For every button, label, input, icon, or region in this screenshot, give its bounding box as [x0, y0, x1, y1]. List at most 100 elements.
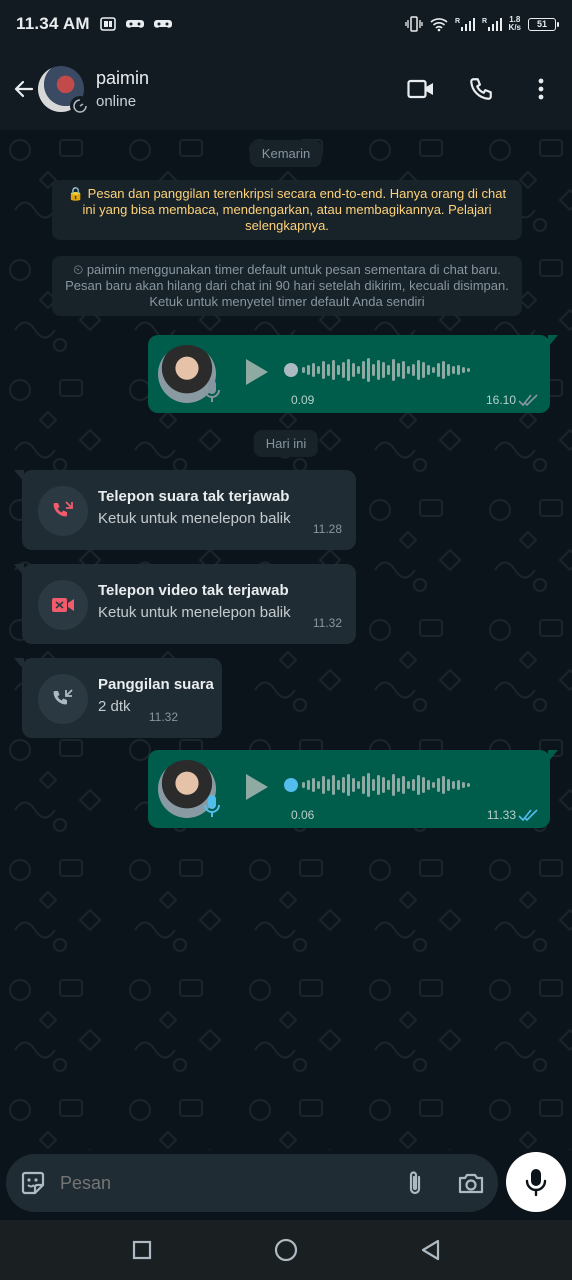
waveform-bar: [362, 361, 365, 379]
notification-app-icon: [99, 17, 116, 31]
play-icon[interactable]: [244, 357, 270, 387]
svg-text:R: R: [455, 18, 460, 25]
disappearing-messages-notice[interactable]: ⏲ paimin menggunakan timer default untuk…: [52, 256, 522, 316]
contact-status: online: [96, 93, 137, 110]
record-voice-button[interactable]: [506, 1152, 566, 1212]
mic-icon: [204, 795, 220, 817]
camera-button[interactable]: [456, 1168, 486, 1198]
waveform-bar: [407, 781, 410, 789]
call-subtitle: Ketuk untuk menelepon balik: [98, 604, 291, 621]
encryption-notice[interactable]: 🔒 Pesan dan panggilan terenkripsi secara…: [52, 180, 522, 240]
waveform-bar: [367, 773, 370, 797]
waveform-bar: [437, 363, 440, 377]
waveform-bar: [447, 364, 450, 376]
wifi-icon: [430, 18, 448, 32]
playback-position-dot[interactable]: [284, 363, 298, 377]
disappearing-timer-icon: [70, 96, 90, 116]
waveform-bar: [402, 776, 405, 794]
waveform-bar: [352, 778, 355, 792]
play-icon[interactable]: [244, 772, 270, 802]
waveform-bar: [312, 363, 315, 377]
status-left-icons: [99, 16, 172, 32]
message-time: 11.32: [148, 710, 178, 724]
sticker-icon: [21, 1171, 45, 1195]
waveform-bar: [307, 780, 310, 790]
waveform-bar: [307, 365, 310, 375]
waveform-bar: [357, 781, 360, 789]
waveform-bar: [392, 359, 395, 381]
more-options-button[interactable]: [526, 74, 556, 104]
waveform-bar: [332, 360, 335, 380]
contact-avatar[interactable]: [38, 66, 90, 116]
waveform-bar: [402, 361, 405, 379]
signal-icon: R: [482, 18, 502, 31]
video-camera-icon: [407, 79, 433, 99]
call-title: Telepon video tak terjawab: [98, 582, 289, 599]
waveform-bar: [337, 780, 340, 790]
microphone-icon: [525, 1169, 547, 1197]
waveform-bar: [432, 367, 435, 373]
message-input[interactable]: [60, 1172, 360, 1194]
back-nav-button[interactable]: [410, 1230, 450, 1270]
waveform-bar: [352, 363, 355, 377]
sticker-button[interactable]: [18, 1168, 48, 1198]
contact-name: paimin: [96, 68, 150, 88]
recents-button[interactable]: [122, 1230, 162, 1270]
battery-indicator: 51: [528, 17, 559, 31]
waveform-bar: [302, 782, 305, 788]
waveform-bar: [397, 363, 400, 377]
chat-area[interactable]: Kemarin 🔒 Pesan dan panggilan terenkrips…: [0, 130, 572, 1150]
waveform-bar: [467, 783, 470, 787]
waveform[interactable]: [302, 770, 470, 800]
svg-text:R: R: [482, 18, 487, 25]
message-input-container[interactable]: [6, 1154, 498, 1212]
waveform-bar: [457, 780, 460, 790]
camera-icon: [458, 1173, 484, 1194]
waveform-bar: [302, 367, 305, 373]
waveform-bar: [382, 777, 385, 793]
arrow-left-icon: [14, 80, 34, 98]
waveform-bar: [452, 366, 455, 374]
missed-voice-call-bubble[interactable]: Telepon suara tak terjawab Ketuk untuk m…: [14, 470, 356, 550]
call-icon-holder: [38, 486, 88, 536]
vibrate-icon: [404, 16, 423, 32]
game-controller-icon: [125, 20, 144, 28]
waveform-bar: [347, 774, 350, 796]
more-vertical-icon: [538, 78, 544, 100]
triangle-back-icon: [421, 1239, 440, 1261]
system-navigation-bar: [0, 1220, 572, 1280]
call-subtitle: 2 dtk: [98, 698, 131, 715]
home-button[interactable]: [266, 1230, 306, 1270]
status-bar: 11.34 AM R R 1.8 K/s 51: [0, 0, 572, 48]
read-ticks-icon: [518, 394, 538, 407]
voice-message-bubble[interactable]: 0.09 16.10: [148, 335, 558, 413]
game-controller-icon: [153, 20, 172, 28]
playback-position-dot[interactable]: [284, 778, 298, 792]
waveform-bar: [317, 781, 320, 789]
call-title: Telepon suara tak terjawab: [98, 488, 290, 505]
status-time: 11.34 AM: [16, 14, 90, 33]
phone-icon: [470, 78, 492, 100]
video-call-button[interactable]: [406, 74, 436, 104]
contact-info[interactable]: paimin online: [96, 68, 149, 110]
call-icon-holder: [38, 674, 88, 724]
waveform-bar: [362, 776, 365, 794]
missed-video-call-bubble[interactable]: Telepon video tak terjawab Ketuk untuk m…: [14, 564, 356, 644]
network-speed: 1.8 K/s: [508, 15, 521, 32]
waveform-bar: [392, 774, 395, 796]
voice-call-bubble[interactable]: Panggilan suara 2 dtk 11.32: [14, 658, 222, 738]
attach-button[interactable]: [400, 1168, 430, 1198]
chat-header: paimin online: [0, 48, 572, 130]
waveform-bar: [312, 778, 315, 792]
voice-message-bubble[interactable]: 0.06 11.33: [148, 750, 558, 828]
waveform-bar: [372, 779, 375, 791]
waveform-bar: [462, 367, 465, 373]
waveform[interactable]: [302, 355, 470, 385]
waveform-bar: [427, 780, 430, 790]
waveform-bar: [427, 365, 430, 375]
waveform-bar: [372, 364, 375, 376]
waveform-bar: [322, 361, 325, 379]
waveform-bar: [337, 365, 340, 375]
waveform-bar: [442, 361, 445, 379]
voice-call-button[interactable]: [466, 74, 496, 104]
